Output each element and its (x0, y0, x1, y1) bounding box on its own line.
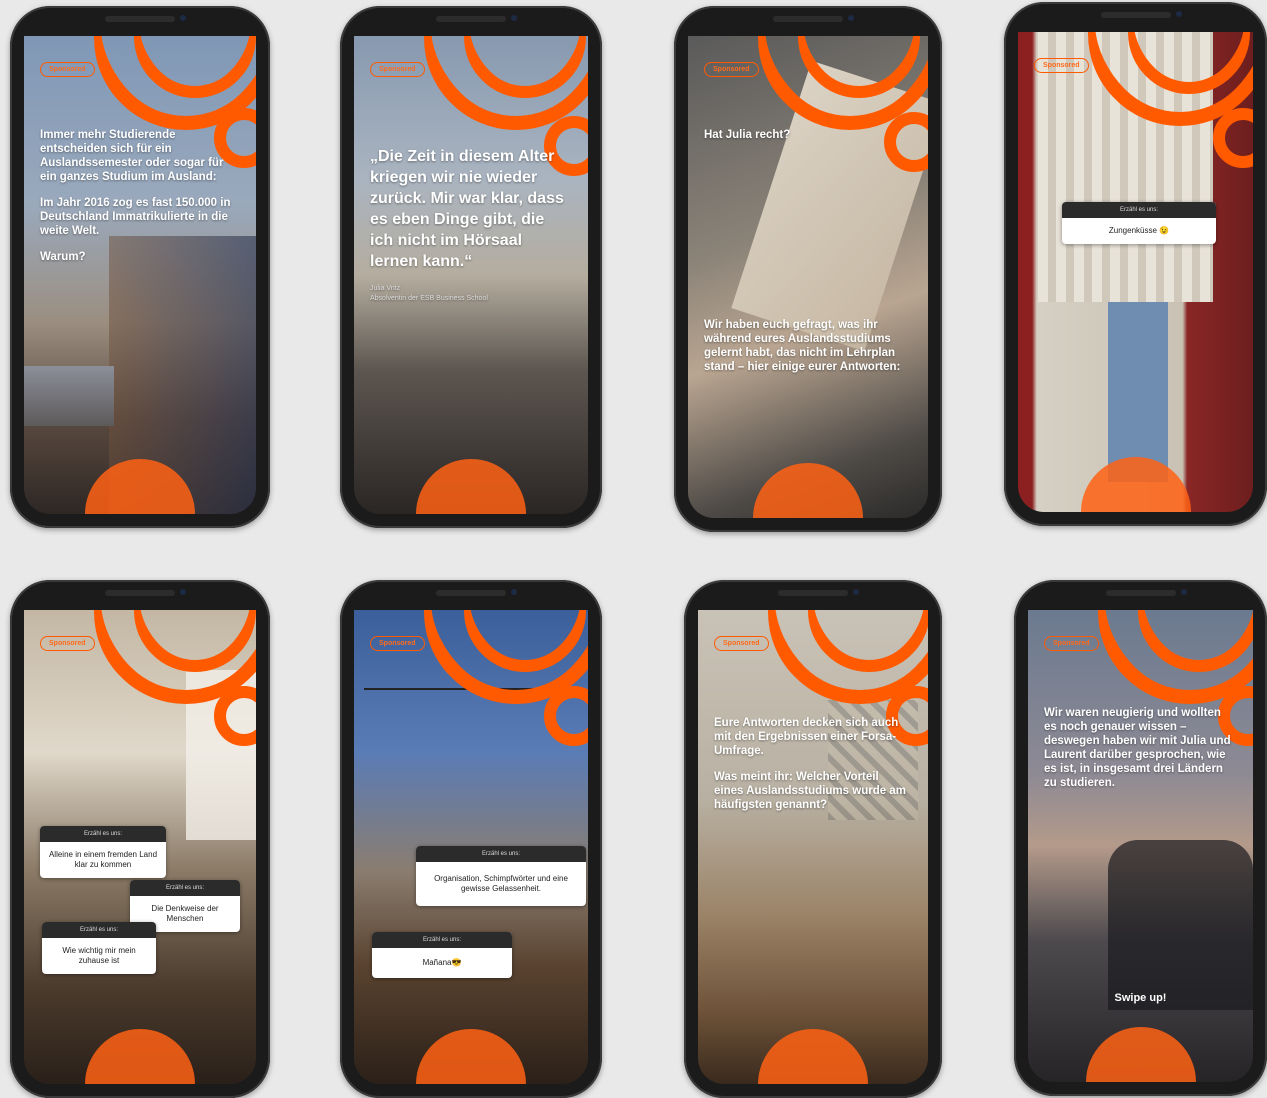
sponsored-badge: Sponsored (704, 62, 759, 77)
story-text: Wir waren neugierig und wollten es noch … (1044, 706, 1235, 802)
camera-icon (180, 15, 186, 21)
phone-story-6: Sponsored Erzähl es uns: Organisation, S… (340, 580, 602, 1098)
orange-circle-decoration (416, 459, 526, 514)
story-text: Eure Antworten decken sich auch mit den … (714, 716, 910, 824)
phone-story-7: Sponsored Eure Antworten decken sich auc… (684, 580, 942, 1098)
sponsored-badge: Sponsored (1034, 58, 1089, 73)
answer-text: Organisation, Schimpfwörter und eine gew… (434, 874, 568, 893)
quote: „Die Zeit in diesem Alter kriegen wir ni… (370, 148, 564, 270)
sponsored-badge: Sponsored (370, 636, 425, 651)
camera-icon (180, 589, 186, 595)
question-header: Erzähl es uns: (372, 932, 512, 948)
camera-icon (1175, 11, 1182, 17)
credit-name: Julia Vritz (370, 285, 401, 292)
question-header: Erzähl es uns: (40, 826, 166, 842)
quote-text: „Die Zeit in diesem Alter kriegen wir ni… (370, 146, 570, 304)
story-paragraph: Was meint ihr: Welcher Vorteil eines Aus… (714, 771, 906, 811)
question-header: Erzähl es uns: (1062, 202, 1216, 218)
orange-circle-decoration (758, 1029, 868, 1084)
story-paragraph: Wir waren neugierig und wollten es noch … (1044, 707, 1231, 789)
phone-story-1: Sponsored Immer mehr Studierende entsche… (10, 6, 270, 528)
story-text: Immer mehr Studierende entscheiden sich … (40, 128, 238, 276)
story-paragraph: Eure Antworten decken sich auch mit den … (714, 717, 899, 757)
sponsored-badge: Sponsored (1044, 636, 1099, 651)
speaker-grille (436, 590, 506, 596)
question-header: Erzähl es uns: (130, 880, 240, 896)
story-screen[interactable]: Sponsored Erzähl es uns: Organisation, S… (354, 610, 588, 1084)
speaker-grille (778, 590, 848, 596)
story-screen[interactable]: Sponsored Erzähl es uns: Alleine in eine… (24, 610, 256, 1084)
story-screen[interactable]: Sponsored Immer mehr Studierende entsche… (24, 36, 256, 514)
answer-text: Alleine in einem fremden Land klar zu ko… (48, 850, 158, 869)
sponsored-badge: Sponsored (370, 62, 425, 77)
question-sticker[interactable]: Erzähl es uns: Organisation, Schimpfwört… (416, 846, 586, 906)
question-header: Erzähl es uns: (416, 846, 586, 862)
credit-role: Absolventin der ESB Business School (370, 295, 488, 302)
speaker-grille (436, 16, 506, 22)
phone-story-4: Sponsored Erzähl es uns: Zungenküsse 😉 (1004, 2, 1267, 526)
story-screen[interactable]: Sponsored Erzähl es uns: Zungenküsse 😉 (1018, 32, 1253, 512)
story-screen[interactable]: Sponsored Hat Julia recht? Wir haben euc… (688, 36, 928, 518)
answer-text: Mañana😎 (422, 958, 462, 967)
answer-text: Zungenküsse 😉 (1108, 226, 1170, 235)
camera-icon (848, 15, 854, 21)
camera-icon (511, 15, 517, 21)
question-sticker[interactable]: Erzähl es uns: Zungenküsse 😉 (1062, 202, 1216, 244)
question-header: Erzähl es uns: (42, 922, 156, 938)
speaker-grille (1100, 12, 1171, 18)
phone-story-2: Sponsored „Die Zeit in diesem Alter krie… (340, 6, 602, 528)
speaker-grille (773, 16, 843, 22)
quote-credit: Julia Vritz Absolventin der ESB Business… (370, 284, 570, 304)
swipe-up-cta[interactable]: Swipe up! (1028, 992, 1253, 1004)
sponsored-badge: Sponsored (40, 636, 95, 651)
orange-circle-decoration (1085, 1027, 1196, 1082)
story-heading: Hat Julia recht? (704, 129, 791, 141)
story-screen[interactable]: Sponsored Wir waren neugierig und wollte… (1028, 610, 1253, 1082)
phone-story-8: Sponsored Wir waren neugierig und wollte… (1014, 580, 1267, 1096)
speaker-grille (105, 590, 175, 596)
orange-circle-decoration (1080, 457, 1191, 512)
sponsored-badge: Sponsored (40, 62, 95, 77)
speaker-grille (1105, 590, 1176, 596)
sponsored-badge: Sponsored (714, 636, 769, 651)
jeans-photo (1108, 302, 1168, 482)
orange-circle-decoration (416, 1029, 526, 1084)
speaker-grille (105, 16, 175, 22)
question-sticker[interactable]: Erzähl es uns: Alleine in einem fremden … (40, 826, 166, 878)
story-screen[interactable]: Sponsored „Die Zeit in diesem Alter krie… (354, 36, 588, 514)
camera-icon (511, 589, 517, 595)
story-paragraph: Warum? (40, 251, 86, 263)
question-sticker[interactable]: Erzähl es uns: Wie wichtig mir mein zuha… (42, 922, 156, 974)
orange-circle-decoration (753, 463, 863, 518)
camera-icon (853, 589, 859, 595)
question-sticker[interactable]: Erzähl es uns: Mañana😎 (372, 932, 512, 978)
story-screen[interactable]: Sponsored Eure Antworten decken sich auc… (698, 610, 928, 1084)
city-skyline (24, 366, 114, 426)
people-photo (1108, 840, 1253, 1010)
orange-circle-decoration (85, 1029, 195, 1084)
story-paragraph: Im Jahr 2016 zog es fast 150.000 in Deut… (40, 197, 231, 237)
camera-icon (1180, 589, 1187, 595)
story-body: Wir haben euch gefragt, was ihr während … (704, 319, 901, 373)
phone-story-5: Sponsored Erzähl es uns: Alleine in eine… (10, 580, 270, 1098)
story-paragraph: Immer mehr Studierende entscheiden sich … (40, 129, 224, 183)
phone-story-3: Sponsored Hat Julia recht? Wir haben euc… (674, 6, 942, 532)
answer-text: Wie wichtig mir mein zuhause ist (62, 946, 136, 965)
